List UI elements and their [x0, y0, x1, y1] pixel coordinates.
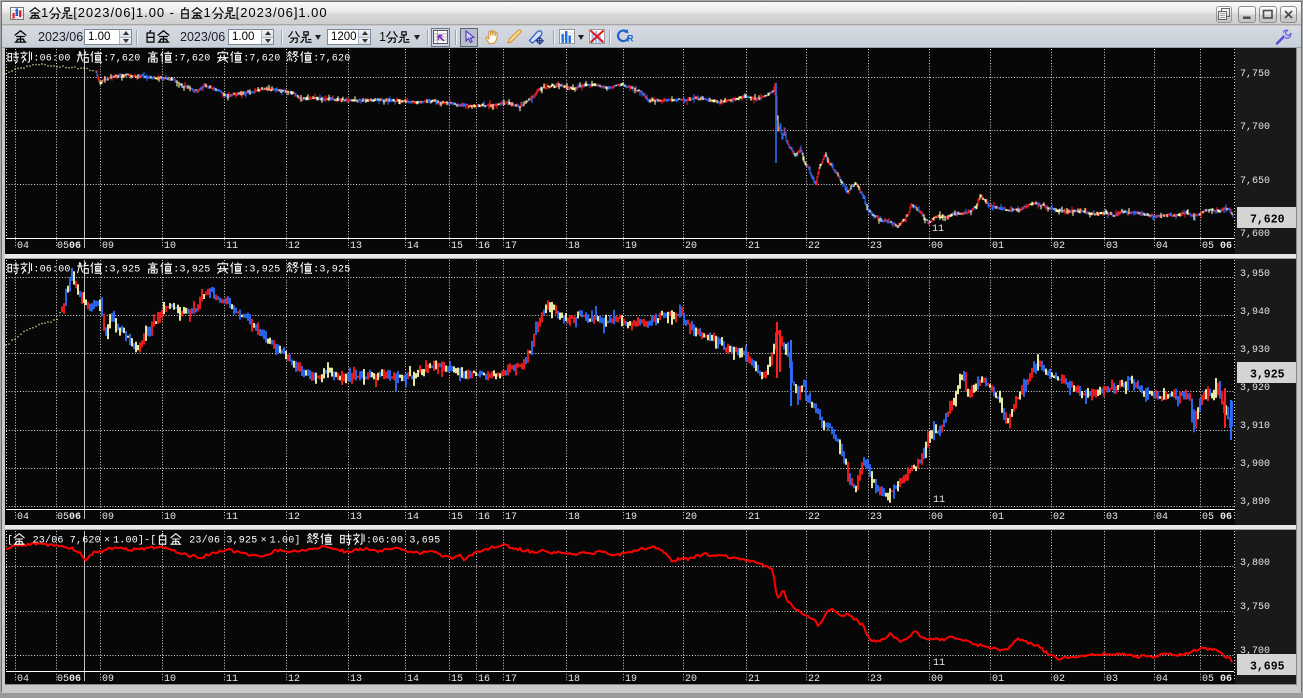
svg-text::7,620: :7,620 — [103, 54, 146, 65]
svg-text:19: 19 — [625, 512, 637, 523]
svg-text:1.00]: 1.00] — [270, 535, 307, 547]
svg-text::3,925: :3,925 — [313, 265, 350, 276]
svg-text:3,800: 3,800 — [1240, 558, 1270, 569]
svg-text:23/06 3,925: 23/06 3,925 — [183, 535, 257, 547]
svg-text:3,925: 3,925 — [1250, 369, 1285, 382]
svg-text:3,890: 3,890 — [1240, 497, 1270, 508]
svg-text:06: 06 — [69, 512, 81, 523]
svg-text:12: 12 — [288, 241, 300, 252]
svg-text:11: 11 — [226, 241, 238, 252]
svg-text:01: 01 — [992, 241, 1004, 252]
svg-text:02: 02 — [1053, 241, 1065, 252]
svg-text:18: 18 — [568, 512, 580, 523]
svg-text:21: 21 — [748, 512, 760, 523]
svg-text::7,620: :7,620 — [243, 54, 286, 65]
svg-text:11: 11 — [932, 224, 944, 235]
svg-text:7,600: 7,600 — [1240, 229, 1270, 240]
svg-text:7,750: 7,750 — [1240, 69, 1270, 80]
svg-text:23: 23 — [870, 241, 882, 252]
svg-text:[: [ — [7, 535, 13, 547]
svg-text::7,620: :7,620 — [313, 54, 350, 65]
svg-text:7,700: 7,700 — [1240, 122, 1270, 133]
svg-text:06: 06 — [69, 241, 81, 252]
svg-text:20: 20 — [685, 241, 697, 252]
svg-text:02: 02 — [1053, 512, 1065, 523]
svg-text:7,620: 7,620 — [1250, 214, 1285, 227]
svg-text:×: × — [261, 536, 267, 547]
svg-text:19: 19 — [625, 241, 637, 252]
svg-text:3,950: 3,950 — [1240, 269, 1270, 280]
svg-text:20: 20 — [685, 512, 697, 523]
svg-text:10: 10 — [164, 241, 176, 252]
svg-text:22: 22 — [808, 512, 820, 523]
svg-text:05: 05 — [1202, 512, 1214, 523]
svg-text:11: 11 — [933, 495, 945, 506]
svg-text:04: 04 — [1156, 241, 1168, 252]
svg-text::7,620: :7,620 — [173, 54, 216, 65]
svg-text:16: 16 — [478, 241, 490, 252]
svg-text:7,650: 7,650 — [1240, 176, 1270, 187]
svg-text:05: 05 — [57, 512, 69, 523]
svg-text:06: 06 — [1220, 241, 1232, 252]
svg-text:04: 04 — [17, 241, 29, 252]
svg-text:3,940: 3,940 — [1240, 307, 1270, 318]
svg-text::3,925: :3,925 — [243, 265, 286, 276]
svg-text::06:00: :06:00 — [33, 54, 76, 65]
svg-text:17: 17 — [505, 512, 517, 523]
svg-text:17: 17 — [505, 241, 517, 252]
svg-text:3,920: 3,920 — [1240, 383, 1270, 394]
svg-text:12: 12 — [288, 512, 300, 523]
svg-text:3,900: 3,900 — [1240, 459, 1270, 470]
svg-text:14: 14 — [407, 241, 419, 252]
svg-text:22: 22 — [808, 241, 820, 252]
svg-text:13: 13 — [350, 512, 362, 523]
svg-text:1.00]-[: 1.00]-[ — [113, 535, 156, 547]
svg-text:15: 15 — [451, 241, 463, 252]
svg-text:13: 13 — [350, 241, 362, 252]
svg-text:10: 10 — [164, 512, 176, 523]
svg-text:11: 11 — [933, 658, 945, 669]
svg-text:00: 00 — [931, 241, 943, 252]
svg-text:15: 15 — [451, 512, 463, 523]
svg-text:23: 23 — [870, 512, 882, 523]
svg-text:14: 14 — [407, 512, 419, 523]
svg-text:23/06 7,620: 23/06 7,620 — [26, 535, 100, 547]
svg-text:01: 01 — [992, 512, 1004, 523]
svg-text:16: 16 — [478, 512, 490, 523]
svg-text:×: × — [104, 536, 110, 547]
svg-text:11: 11 — [226, 512, 238, 523]
svg-text:06: 06 — [1220, 512, 1232, 523]
svg-text::3,925: :3,925 — [173, 265, 216, 276]
svg-text:03: 03 — [1106, 241, 1118, 252]
svg-text:05: 05 — [1202, 241, 1214, 252]
svg-text::06:00: :06:00 — [33, 265, 76, 276]
svg-text:09: 09 — [102, 512, 114, 523]
svg-text:04: 04 — [1156, 512, 1168, 523]
svg-text::06:00 3,695: :06:00 3,695 — [366, 536, 440, 547]
svg-text:00: 00 — [931, 512, 943, 523]
svg-text:3,750: 3,750 — [1240, 602, 1270, 613]
svg-text:09: 09 — [102, 241, 114, 252]
svg-text:05: 05 — [57, 241, 69, 252]
svg-text:21: 21 — [748, 241, 760, 252]
svg-text:03: 03 — [1106, 512, 1118, 523]
svg-text:3,930: 3,930 — [1240, 345, 1270, 356]
svg-text:3,910: 3,910 — [1240, 421, 1270, 432]
svg-text:04: 04 — [17, 512, 29, 523]
svg-text:18: 18 — [568, 241, 580, 252]
svg-text::3,925: :3,925 — [103, 265, 146, 276]
svg-text:3,695: 3,695 — [1250, 661, 1285, 674]
